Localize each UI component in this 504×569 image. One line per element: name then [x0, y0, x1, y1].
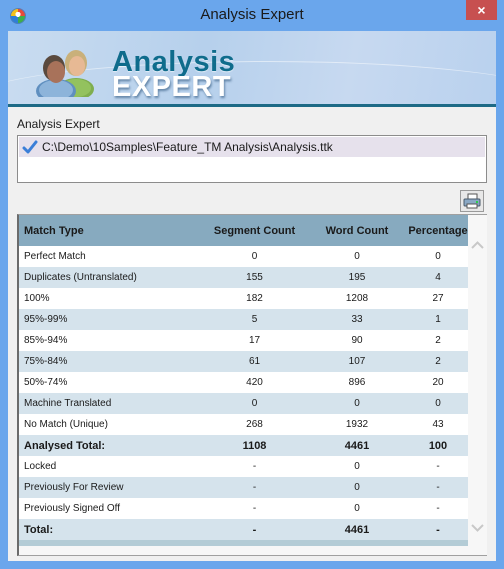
section-label: Analysis Expert	[17, 117, 100, 131]
match-type-cell: 95%-99%	[24, 314, 68, 325]
match-type-cell: Duplicates (Untranslated)	[24, 272, 137, 283]
percentage-cell: 27	[432, 293, 444, 304]
match-type-cell: Machine Translated	[24, 398, 112, 409]
table-header: Match Type Segment Count Word Count Perc…	[19, 215, 468, 246]
table-body: Perfect Match 0 0 0 Duplicates (Untranslated…	[19, 246, 468, 540]
percentage-cell: 2	[435, 356, 441, 367]
word-count-cell: 0	[354, 482, 360, 493]
word-count-cell: 4461	[344, 439, 370, 452]
match-type-cell: Previously For Review	[24, 482, 124, 493]
word-count-cell: 90	[351, 335, 363, 346]
match-type-cell: Total:	[24, 523, 54, 536]
column-header-word-count[interactable]: Word Count	[306, 225, 408, 237]
word-count-cell: 4461	[344, 523, 370, 536]
word-count-cell: 0	[354, 251, 360, 262]
column-header-percentage[interactable]: Percentage	[408, 225, 468, 237]
percentage-cell: 0	[435, 398, 441, 409]
column-header-match-type[interactable]: Match Type	[19, 225, 203, 237]
banner: Analysis EXPERT	[8, 31, 496, 107]
match-type-cell: 50%-74%	[24, 377, 68, 388]
segment-count-cell: 0	[251, 398, 258, 409]
table-row[interactable]: 50%-74% 420 896 20	[19, 372, 468, 393]
table-row[interactable]: Machine Translated 0 0 0	[19, 393, 468, 414]
word-count-cell: 107	[348, 356, 366, 367]
table-row[interactable]: No Match (Unique) 268 1932 43	[19, 414, 468, 435]
segment-count-cell: 155	[246, 272, 263, 283]
percentage-cell: -	[436, 523, 440, 536]
match-type-cell: 75%-84%	[24, 356, 68, 367]
match-type-cell: Analysed Total:	[24, 439, 106, 452]
analysis-table-frame: Match Type Segment Count Word Count Perc…	[17, 214, 487, 556]
match-type-cell: Perfect Match	[24, 251, 86, 262]
chevron-down-icon[interactable]	[471, 523, 484, 533]
word-count-cell: 1208	[345, 293, 369, 304]
segment-count-cell: 17	[248, 335, 261, 346]
table-row[interactable]: Previously For Review - 0 -	[19, 477, 468, 498]
table-row[interactable]: 95%-99% 5 33 1	[19, 309, 468, 330]
table-row[interactable]: Perfect Match 0 0 0	[19, 246, 468, 267]
match-type-cell: 100%	[24, 293, 50, 304]
table-row[interactable]: Locked - 0 -	[19, 456, 468, 477]
vertical-scrollbar[interactable]	[468, 215, 487, 555]
word-count-cell: 0	[354, 503, 360, 514]
analysis-expert-window: Analysis Expert × Analysis EXPERT Analys…	[0, 0, 504, 569]
print-button[interactable]	[460, 190, 484, 212]
percentage-cell: 0	[435, 251, 441, 262]
match-type-cell: 85%-94%	[24, 335, 68, 346]
segment-count-cell: 182	[246, 293, 263, 304]
segment-count-cell: 5	[251, 314, 258, 325]
segment-count-cell: 1108	[242, 439, 267, 452]
percentage-cell: 2	[435, 335, 441, 346]
word-count-cell: 896	[348, 377, 366, 388]
segment-count-cell: -	[252, 482, 257, 493]
percentage-cell: -	[436, 461, 440, 472]
banner-title-expert: EXPERT	[112, 71, 232, 103]
table-row[interactable]: 85%-94% 17 90 2	[19, 330, 468, 351]
word-count-cell: 195	[348, 272, 366, 283]
table-footer	[19, 540, 468, 546]
table-total-row[interactable]: Analysed Total: 1108 4461 100	[19, 435, 468, 456]
table-row[interactable]: 75%-84% 61 107 2	[19, 351, 468, 372]
table-row[interactable]: Previously Signed Off - 0 -	[19, 498, 468, 519]
table-row[interactable]: Duplicates (Untranslated) 155 195 4	[19, 267, 468, 288]
file-listbox[interactable]: C:\Demo\10Samples\Feature_TM Analysis\An…	[17, 135, 487, 183]
percentage-cell: 43	[432, 419, 444, 430]
match-type-cell: No Match (Unique)	[24, 419, 108, 430]
percentage-cell: 4	[435, 272, 441, 283]
chevron-up-icon[interactable]	[471, 240, 484, 250]
word-count-cell: 1932	[345, 419, 369, 430]
match-type-cell: Previously Signed Off	[24, 503, 120, 514]
match-type-cell: Locked	[24, 461, 57, 472]
column-header-segment-count[interactable]: Segment Count	[203, 225, 306, 237]
segment-count-cell: -	[252, 461, 257, 472]
dialog-body: Analysis EXPERT Analysis Expert C:\Demo\…	[8, 31, 496, 561]
word-count-cell: 0	[354, 398, 360, 409]
table-total-row[interactable]: Total: - 4461 -	[19, 519, 468, 540]
segment-count-cell: 61	[248, 356, 261, 367]
window-title: Analysis Expert	[200, 6, 304, 23]
segment-count-cell: 0	[251, 251, 258, 262]
users-icon	[36, 50, 94, 97]
close-button[interactable]: ×	[466, 0, 497, 20]
title-bar[interactable]: Analysis Expert ×	[0, 0, 504, 31]
segment-count-cell: -	[252, 503, 257, 514]
word-count-cell: 0	[354, 461, 360, 472]
percentage-cell: -	[436, 482, 440, 493]
printer-icon	[463, 193, 481, 209]
table-row[interactable]: 100% 182 1208 27	[19, 288, 468, 309]
file-list-item[interactable]: C:\Demo\10Samples\Feature_TM Analysis\An…	[19, 137, 485, 157]
percentage-cell: -	[436, 503, 440, 514]
segment-count-cell: -	[252, 523, 257, 536]
word-count-cell: 33	[351, 314, 363, 325]
checkmark-icon	[22, 140, 38, 154]
file-path: C:\Demo\10Samples\Feature_TM Analysis\An…	[42, 140, 333, 154]
analysis-table: Match Type Segment Count Word Count Perc…	[19, 215, 468, 546]
segment-count-cell: 420	[246, 377, 263, 388]
percentage-cell: 100	[428, 439, 448, 452]
percentage-cell: 20	[432, 377, 444, 388]
percentage-cell: 1	[435, 314, 441, 325]
segment-count-cell: 268	[246, 419, 263, 430]
